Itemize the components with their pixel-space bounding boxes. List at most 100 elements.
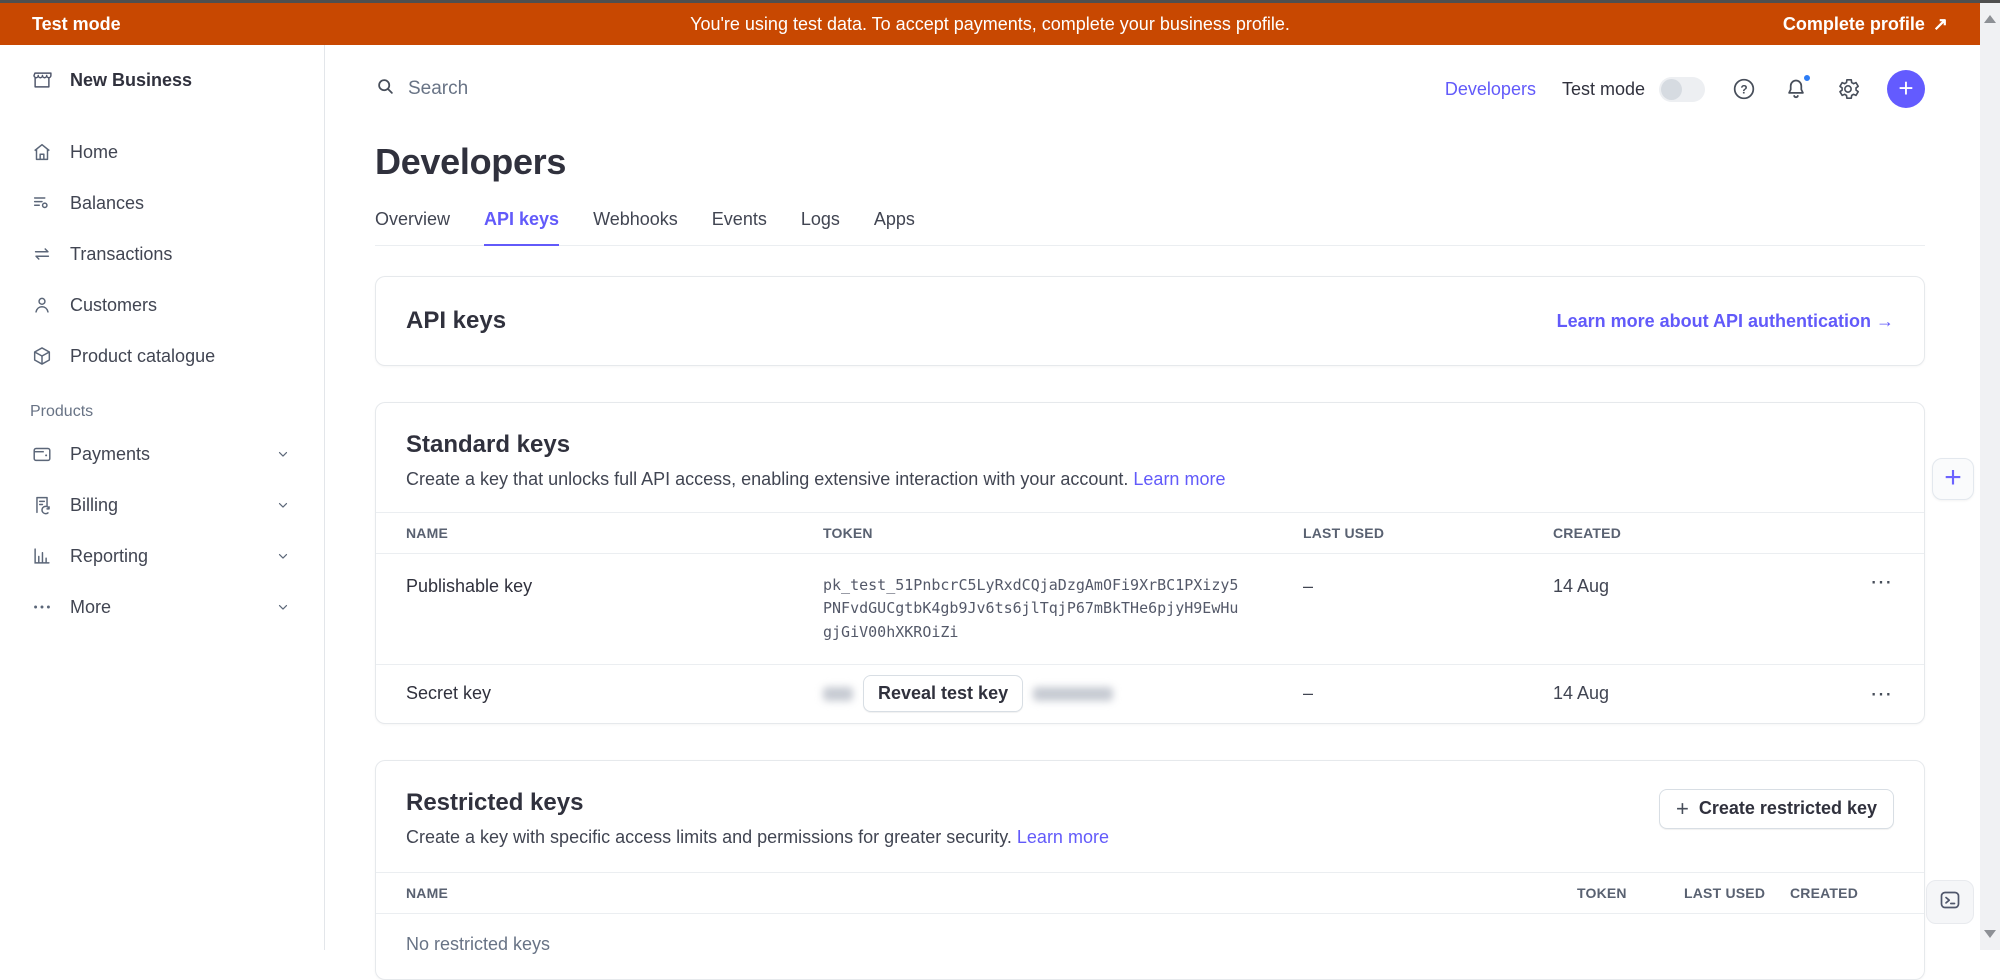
svg-text:?: ? [1740, 82, 1747, 96]
tab-webhooks[interactable]: Webhooks [593, 209, 678, 245]
chevron-down-icon [276, 498, 290, 512]
row-menu-button[interactable]: ⋯ [1838, 688, 1894, 699]
sidebar-item-customers[interactable]: Customers [30, 284, 324, 326]
standard-keys-card: Standard keys Create a key that unlocks … [375, 402, 1925, 724]
product-box-icon [30, 345, 54, 367]
restricted-keys-card: Restricted keys Create a key with specif… [375, 760, 1925, 980]
column-header-token: TOKEN [823, 525, 1303, 541]
column-header-created: CREATED [1790, 885, 1894, 901]
sidebar-item-label: Billing [70, 495, 118, 516]
topbar-actions: Developers Test mode ? [1445, 70, 1925, 108]
sidebar-item-label: Payments [70, 444, 150, 465]
api-auth-learn-more-link[interactable]: Learn more about API authentication → [1557, 311, 1894, 332]
sidebar-item-label: More [70, 597, 111, 618]
search-icon [375, 76, 396, 102]
developer-console-button[interactable] [1926, 880, 1974, 924]
business-switcher[interactable]: New Business [30, 69, 324, 91]
sidebar: New Business Home Balances [0, 45, 325, 950]
payments-wallet-icon [30, 443, 54, 465]
publishable-key-token[interactable]: pk_test_51PnbcrC5LyRxdCQjaDzgAmOFi9XrBC1… [823, 574, 1243, 644]
tab-overview[interactable]: Overview [375, 209, 450, 245]
complete-profile-link[interactable]: Complete profile↗ [1783, 14, 1948, 35]
standard-keys-description: Create a key that unlocks full API acces… [406, 469, 1894, 490]
topbar: Developers Test mode ? [375, 67, 1925, 111]
sidebar-item-transactions[interactable]: Transactions [30, 233, 324, 275]
balances-icon [30, 192, 54, 214]
transactions-icon [30, 243, 54, 265]
notifications-button[interactable] [1783, 76, 1809, 102]
reveal-test-key-button[interactable]: Reveal test key [863, 675, 1023, 712]
sidebar-item-label: Customers [70, 295, 157, 316]
sidebar-item-balances[interactable]: Balances [30, 182, 324, 224]
create-restricted-key-button[interactable]: +Create restricted key [1659, 789, 1894, 829]
window-top-edge [0, 0, 2000, 3]
restricted-keys-title: Restricted keys [406, 789, 1109, 817]
sidebar-item-more[interactable]: More [30, 586, 324, 628]
page-title: Developers [375, 141, 1925, 183]
tab-api-keys[interactable]: API keys [484, 209, 559, 246]
search-input[interactable] [408, 78, 748, 100]
test-mode-toggle[interactable] [1659, 77, 1705, 102]
sidebar-item-billing[interactable]: Billing [30, 484, 324, 526]
banner-test-mode-label: Test mode [32, 14, 121, 35]
sidebar-item-reporting[interactable]: Reporting [30, 535, 324, 577]
app-frame: New Business Home Balances [0, 45, 1980, 950]
restricted-keys-description: Create a key with specific access limits… [406, 827, 1109, 848]
tab-events[interactable]: Events [712, 209, 767, 245]
toggle-knob [1661, 79, 1682, 100]
key-name: Secret key [406, 683, 823, 704]
column-header-name: NAME [406, 885, 1577, 901]
created-value: 14 Aug [1553, 576, 1838, 597]
search-bar[interactable] [375, 76, 795, 102]
scroll-down-arrow-icon[interactable] [1984, 930, 1996, 938]
sidebar-item-home[interactable]: Home [30, 131, 324, 173]
column-header-token: TOKEN [1577, 885, 1684, 901]
scroll-up-arrow-icon[interactable] [1984, 15, 1996, 23]
developers-link[interactable]: Developers [1445, 79, 1536, 100]
more-dots-icon [30, 596, 54, 618]
main-content: Developers Test mode ? [325, 45, 1980, 950]
tab-apps[interactable]: Apps [874, 209, 915, 245]
column-header-last-used: LAST USED [1684, 885, 1790, 901]
api-keys-header-card: API keys Learn more about API authentica… [375, 276, 1925, 366]
tab-logs[interactable]: Logs [801, 209, 840, 245]
column-header-last-used: LAST USED [1303, 525, 1553, 541]
sidebar-item-payments[interactable]: Payments [30, 433, 324, 475]
key-name: Publishable key [406, 576, 823, 597]
api-keys-title: API keys [406, 307, 506, 335]
create-menu-button[interactable]: + [1887, 70, 1925, 108]
created-value: 14 Aug [1553, 683, 1838, 704]
standard-keys-header: Standard keys Create a key that unlocks … [376, 403, 1924, 512]
sidebar-item-label: Reporting [70, 546, 148, 567]
restricted-keys-header: Restricted keys Create a key with specif… [376, 761, 1924, 872]
column-header-name: NAME [406, 525, 823, 541]
standard-keys-learn-more-link[interactable]: Learn more [1133, 469, 1225, 489]
plus-icon: + [1676, 798, 1689, 820]
settings-button[interactable] [1835, 76, 1861, 102]
quick-add-button[interactable]: + [1932, 458, 1974, 500]
sidebar-item-label: Product catalogue [70, 346, 215, 367]
sidebar-item-label: Balances [70, 193, 144, 214]
restricted-keys-learn-more-link[interactable]: Learn more [1017, 827, 1109, 847]
plus-icon: + [1944, 463, 1962, 493]
scrollbar[interactable] [1980, 3, 2000, 950]
chevron-down-icon [276, 549, 290, 563]
customers-icon [30, 294, 54, 316]
home-icon [30, 141, 54, 163]
notification-dot [1802, 73, 1812, 83]
column-header-created: CREATED [1553, 525, 1838, 541]
test-mode-banner: Test mode You're using test data. To acc… [0, 3, 1980, 45]
billing-invoice-icon [30, 494, 54, 516]
terminal-icon [1938, 888, 1962, 917]
last-used-value: – [1303, 576, 1553, 597]
row-menu-button[interactable]: ⋯ [1838, 576, 1894, 587]
sidebar-item-label: Transactions [70, 244, 172, 265]
sidebar-item-product-catalogue[interactable]: Product catalogue [30, 335, 324, 377]
reporting-chart-icon [30, 545, 54, 567]
help-button[interactable]: ? [1731, 76, 1757, 102]
sidebar-section-products: Products [30, 403, 324, 421]
redacted-token-blob [823, 687, 853, 701]
standard-keys-title: Standard keys [406, 431, 1894, 459]
business-name: New Business [70, 70, 192, 91]
table-row-secret-key: Secret key Reveal test key – 14 Aug ⋯ [376, 665, 1924, 723]
